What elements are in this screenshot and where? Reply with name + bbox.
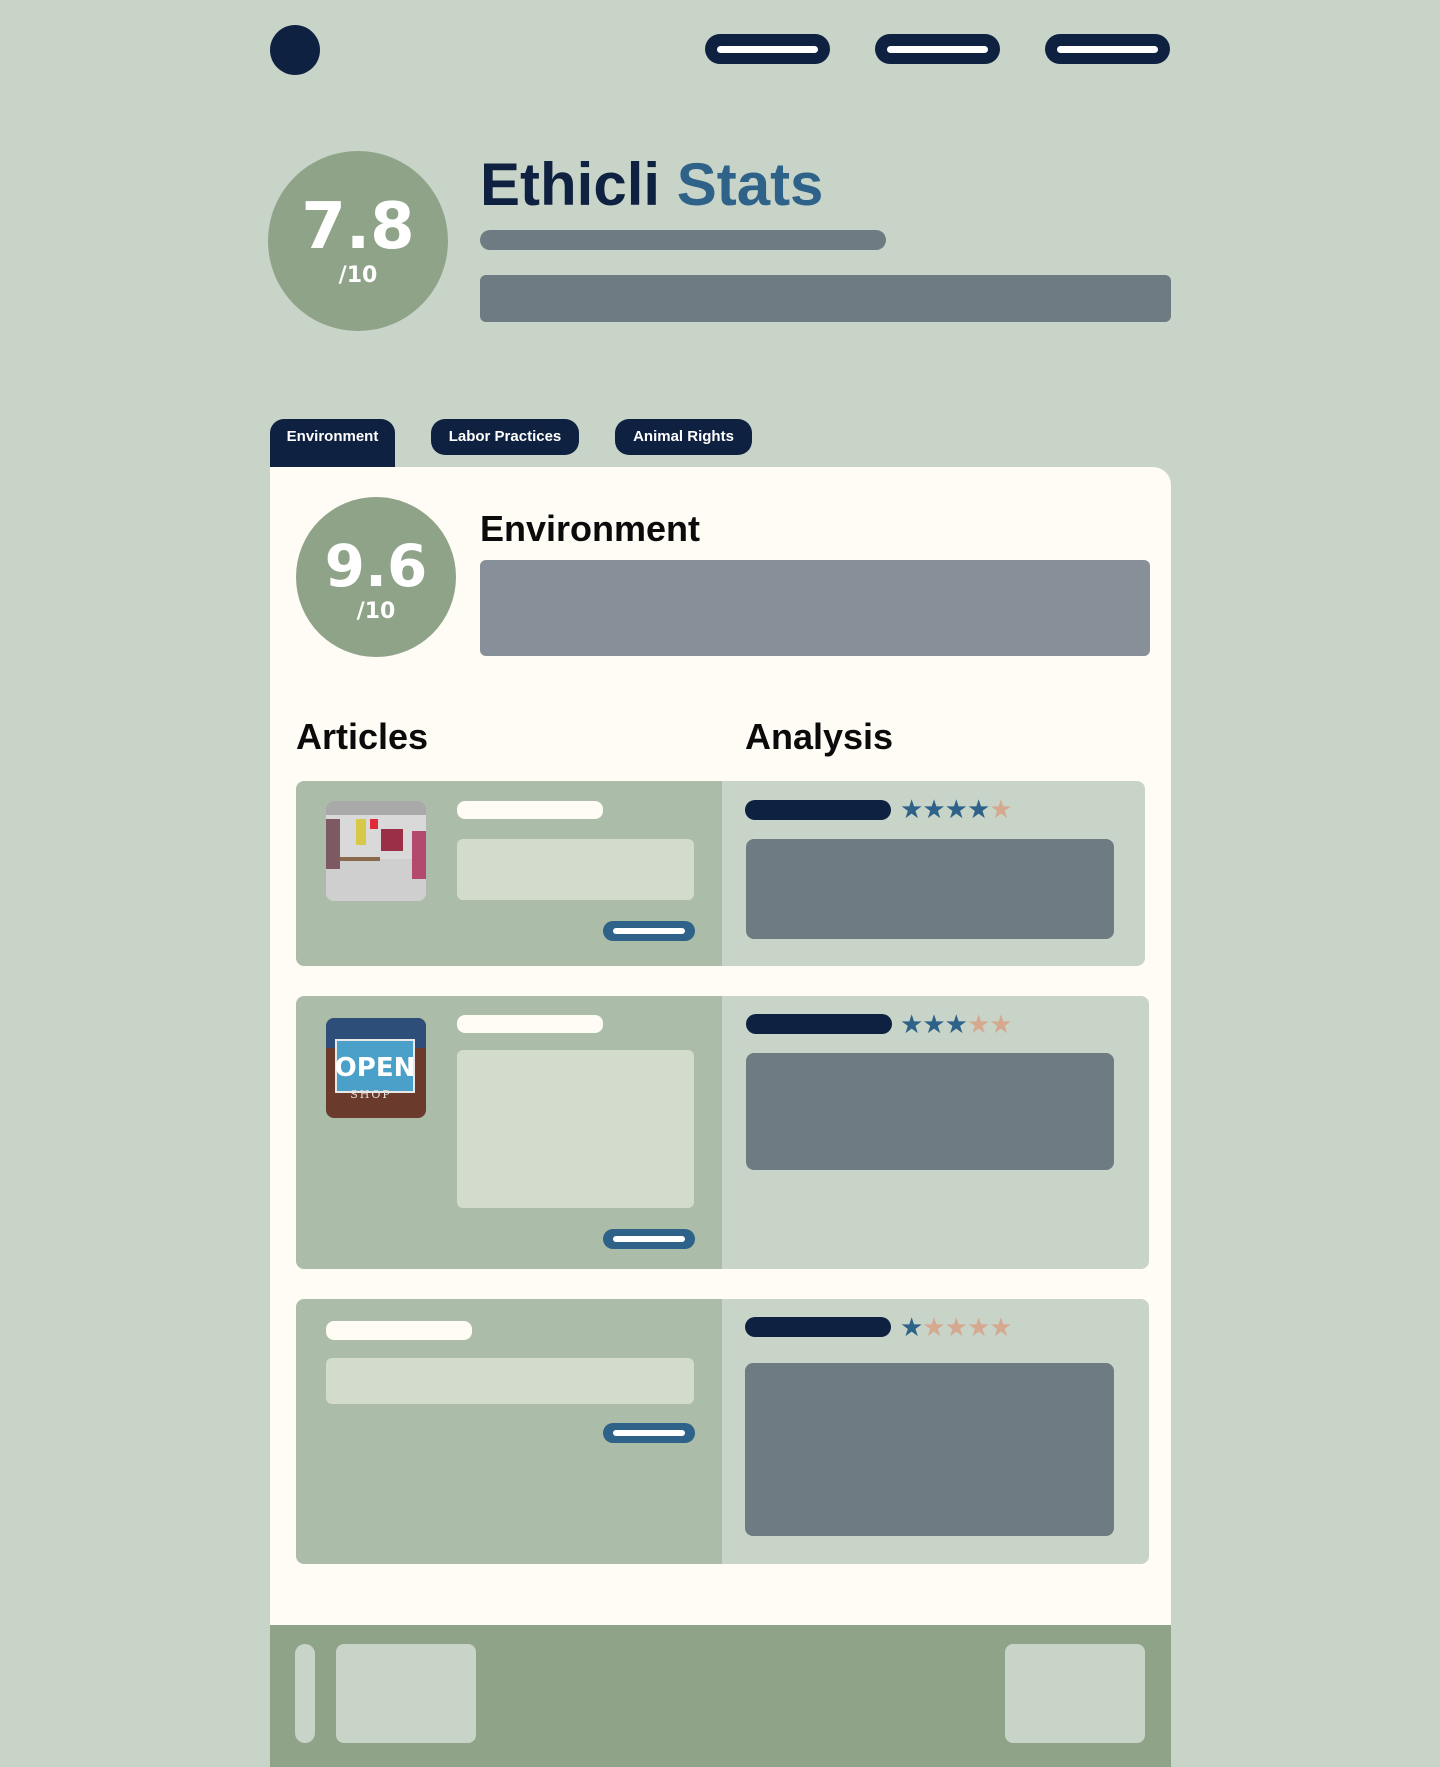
rating-stars-1: ★★★★★ <box>900 794 1013 824</box>
logo-circle-icon[interactable] <box>270 25 320 75</box>
analysis-heading: Analysis <box>745 716 894 757</box>
article-excerpt-placeholder-3 <box>326 1358 694 1404</box>
articles-heading: Articles <box>296 716 429 757</box>
star-filled-icon: ★ <box>922 1009 945 1039</box>
page-title-accent: Stats <box>676 151 824 218</box>
page-title: Ethicli Stats <box>480 150 823 220</box>
analysis-title-placeholder-3 <box>745 1317 891 1337</box>
star-filled-icon: ★ <box>900 794 923 824</box>
hero-description-placeholder <box>480 275 1171 322</box>
overall-score-badge: 7.8 /10 <box>268 151 448 331</box>
article-thumbnail-1[interactable] <box>326 801 426 901</box>
article-excerpt-placeholder-1 <box>457 839 694 900</box>
rating-stars-3: ★★★★★ <box>900 1312 1013 1342</box>
tab-labor-practices[interactable]: Labor Practices <box>431 419 579 455</box>
star-empty-icon: ★ <box>989 1312 1012 1342</box>
analysis-text-placeholder-1 <box>746 839 1114 939</box>
tab-animal-rights[interactable]: Animal Rights <box>615 419 752 455</box>
footer <box>270 1625 1171 1767</box>
overall-score-value: 7.8 <box>301 190 415 264</box>
star-empty-icon: ★ <box>966 1009 990 1039</box>
article-thumbnail-2[interactable]: OPEN SHOP <box>326 1018 426 1118</box>
thumbnail-shop-text: SHOP <box>350 1088 392 1101</box>
nav-item-2[interactable] <box>875 34 1000 64</box>
star-filled-icon: ★ <box>922 794 945 824</box>
footer-left-block[interactable] <box>336 1644 476 1743</box>
star-filled-icon: ★ <box>900 1312 923 1342</box>
analysis-title-placeholder-2 <box>746 1014 892 1034</box>
article-read-button-3[interactable] <box>603 1423 695 1443</box>
star-empty-icon: ★ <box>966 1312 990 1342</box>
star-empty-icon: ★ <box>944 1312 968 1342</box>
analysis-text-placeholder-3 <box>745 1363 1114 1536</box>
star-empty-icon: ★ <box>989 794 1012 824</box>
category-score-value: 9.6 <box>324 532 428 600</box>
star-empty-icon: ★ <box>922 1312 945 1342</box>
thumbnail-open-text: OPEN <box>335 1053 416 1083</box>
tab-environment[interactable]: Environment <box>270 419 395 467</box>
category-description-placeholder <box>480 560 1150 656</box>
hero-subtitle-placeholder <box>480 230 886 250</box>
category-score-scale: /10 <box>356 599 396 624</box>
analysis-text-placeholder-2 <box>746 1053 1114 1170</box>
star-empty-icon: ★ <box>989 1009 1012 1039</box>
article-title-placeholder-3 <box>326 1321 472 1340</box>
analysis-title-placeholder-1 <box>745 800 891 820</box>
footer-right-block[interactable] <box>1005 1644 1145 1743</box>
page-title-brand: Ethicli <box>480 151 661 218</box>
footer-divider <box>295 1644 315 1743</box>
star-filled-icon: ★ <box>944 1009 968 1039</box>
category-score-badge: 9.6 /10 <box>296 497 456 657</box>
rating-stars-2: ★★★★★ <box>900 1009 1013 1039</box>
article-read-button-2[interactable] <box>603 1229 695 1249</box>
overall-score-scale: /10 <box>338 263 378 288</box>
star-filled-icon: ★ <box>966 794 990 824</box>
star-filled-icon: ★ <box>944 794 968 824</box>
article-title-placeholder-2 <box>457 1015 603 1033</box>
article-excerpt-placeholder-2 <box>457 1050 694 1208</box>
nav-item-1[interactable] <box>705 34 830 64</box>
nav-item-3[interactable] <box>1045 34 1170 64</box>
article-read-button-1[interactable] <box>603 921 695 941</box>
article-title-placeholder-1 <box>457 801 603 819</box>
category-title: Environment <box>480 508 701 549</box>
star-filled-icon: ★ <box>900 1009 923 1039</box>
